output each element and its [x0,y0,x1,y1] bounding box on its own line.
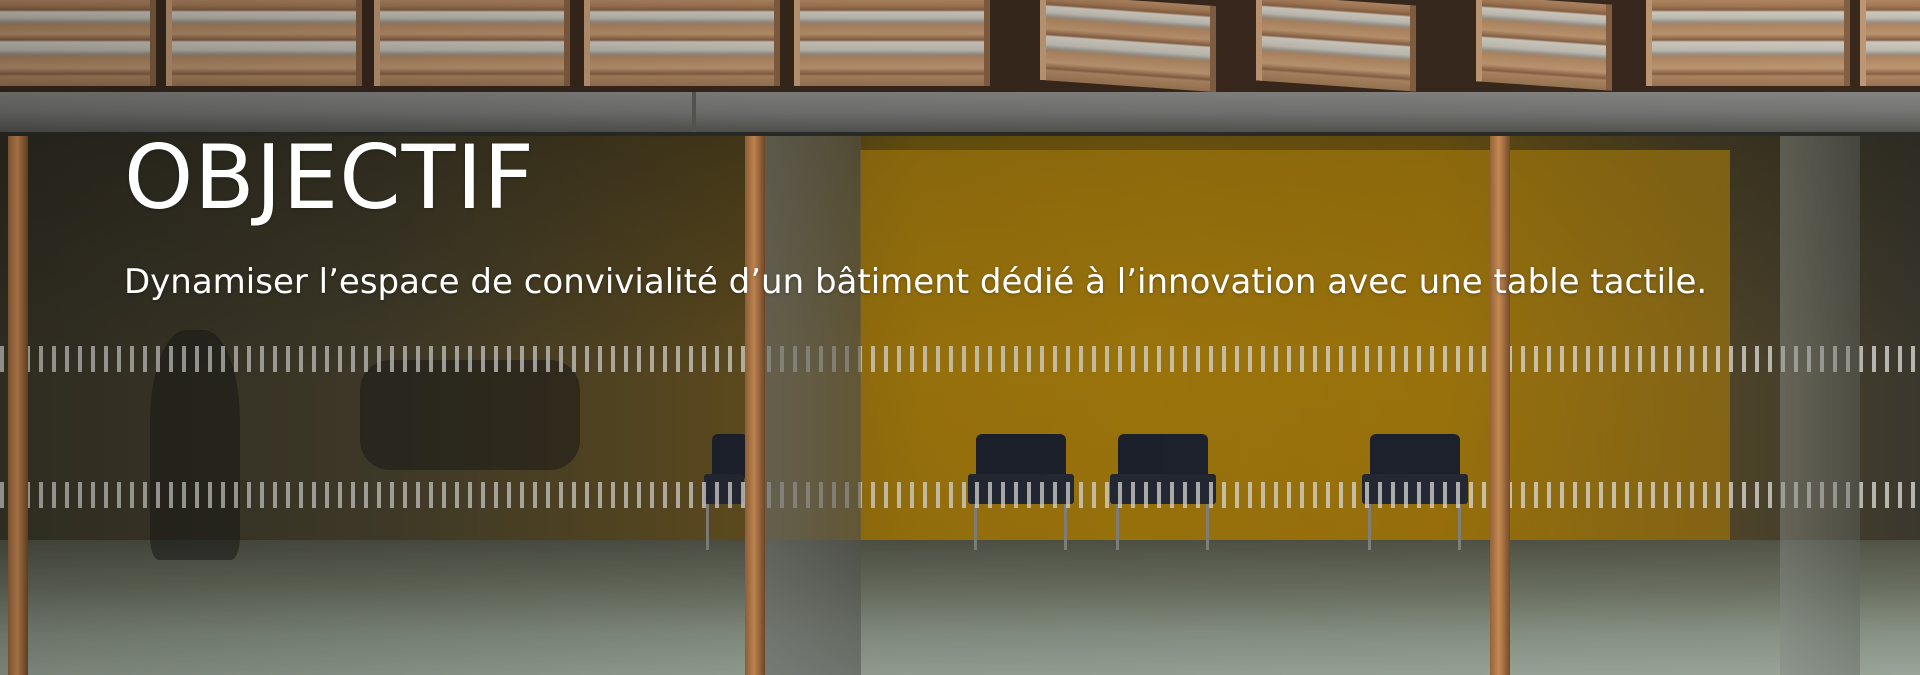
objective-description: Dynamiser l’espace de convivialité d’un … [124,262,1708,302]
page-title: OBJECTIF [124,126,535,229]
hero-banner: OBJECTIF Dynamiser l’espace de convivial… [0,0,1920,675]
overlay-shade [0,0,1920,675]
